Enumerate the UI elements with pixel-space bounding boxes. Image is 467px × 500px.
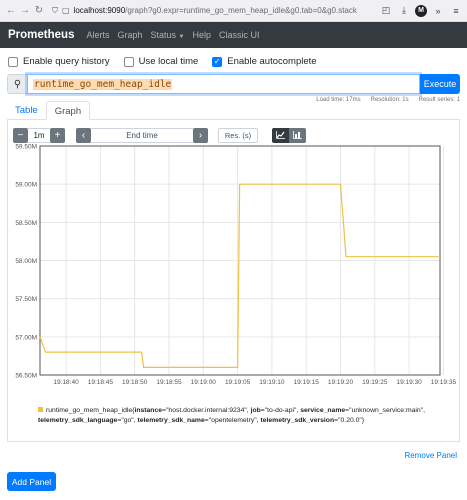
caret-down-icon: ▼ (178, 34, 185, 40)
range-input[interactable]: 1m (28, 127, 50, 143)
app-navbar: Prometheus Alerts Graph Status ▼ Help Cl… (0, 22, 467, 48)
graph-chart[interactable]: 56.50M 57.00M 57.50M 58.00M 58.50M 59.00M 59.5… (8, 144, 459, 387)
options-row: Enable query history Use local time ✓ En… (0, 48, 467, 67)
brand-logo[interactable]: Prometheus (8, 29, 74, 41)
legend-label-key: telemetry_sdk_version (260, 417, 335, 424)
reload-icon[interactable]: ↻ (32, 5, 46, 16)
y-tick-label: 57.50M (15, 296, 37, 303)
page-info-icon[interactable]: ▢ (62, 6, 70, 15)
nav-help[interactable]: Help (192, 30, 211, 40)
x-tick-label: 19:19:10 (259, 379, 285, 384)
x-tick-label: 19:18:45 (88, 379, 114, 384)
x-tick-label: 19:19:35 (431, 379, 457, 384)
x-tick-label: 19:19:00 (191, 379, 217, 384)
chart-svg: 56.50M 57.00M 57.50M 58.00M 58.50M 59.00M 59.5… (15, 144, 457, 387)
nav-classic-ui[interactable]: Classic UI (219, 30, 260, 40)
local-time-label: Use local time (138, 56, 199, 67)
expression-input[interactable]: runtime_go_mem_heap_idle (27, 74, 420, 94)
forward-icon[interactable]: → (18, 5, 32, 16)
url-path: /graph?g0.expr=runtime_go_mem_heap_idle&… (125, 6, 357, 15)
legend-label-key: service_name (300, 407, 346, 414)
query-history-checkbox[interactable] (8, 56, 18, 67)
y-tick-label: 59.00M (15, 182, 37, 189)
x-tick-label: 19:18:55 (156, 379, 182, 384)
legend-metric: runtime_go_mem_heap_idle (46, 407, 133, 414)
query-history-option[interactable]: Enable query history (8, 56, 110, 67)
nav-status-label: Status (150, 30, 177, 40)
search-icon: ⚲ (7, 74, 27, 94)
legend-label-value: "opentelemetry" (208, 417, 257, 424)
range-increase-button[interactable]: + (50, 127, 65, 143)
local-time-option[interactable]: Use local time (123, 56, 199, 67)
stacked-chart-icon (293, 131, 302, 139)
autocomplete-checkbox[interactable]: ✓ (212, 56, 223, 67)
x-tick-label: 19:18:40 (53, 379, 79, 384)
expression-row: ⚲ runtime_go_mem_heap_idle Execute (7, 74, 460, 94)
line-chart-button[interactable] (272, 127, 289, 143)
legend-label-value: "host.docker.internal:9234" (166, 407, 247, 414)
end-time-back-button[interactable]: ‹ (76, 127, 91, 143)
legend-label-key: telemetry_sdk_language (38, 417, 118, 424)
account-avatar[interactable]: M (415, 4, 427, 17)
y-tick-label: 58.00M (15, 258, 37, 265)
legend-label-value: "to-do-api" (264, 407, 297, 414)
graph-controls: − 1m + ‹ End time › Res. (s) (8, 120, 459, 144)
url-host: localhost:9090 (73, 6, 126, 15)
end-time-input[interactable]: End time (91, 127, 193, 143)
x-tick-label: 19:19:25 (362, 379, 388, 384)
load-time: Load time: 17ms (316, 97, 361, 103)
resolution-input[interactable]: Res. (s) (218, 127, 258, 143)
tab-table[interactable]: Table (7, 101, 46, 119)
x-tick-label: 19:19:15 (294, 379, 320, 384)
pocket-icon[interactable]: ◰ (379, 4, 393, 18)
y-tick-label: 59.50M (15, 144, 37, 151)
graph-panel: − 1m + ‹ End time › Res. (s) 56.50M 57.00… (7, 120, 460, 442)
expression-value: runtime_go_mem_heap_idle (33, 78, 173, 90)
extensions-icon[interactable]: » (431, 4, 445, 18)
legend-label-value: "go" (121, 417, 134, 424)
legend-label-key: instance (134, 407, 163, 414)
y-tick-label: 56.50M (15, 373, 37, 380)
legend-label-value: "unknown_service:main" (349, 407, 424, 414)
y-tick-label: 58.50M (15, 220, 37, 227)
shield-icon: ⛉ (52, 5, 58, 15)
remove-panel-link[interactable]: Remove Panel (405, 451, 457, 460)
series-swatch[interactable] (38, 407, 43, 412)
add-panel-button[interactable]: Add Panel (7, 472, 56, 491)
query-history-label: Enable query history (23, 56, 110, 67)
x-tick-label: 19:19:30 (396, 379, 422, 384)
result-series: Result series: 1 (418, 97, 460, 103)
graph-legend: runtime_go_mem_heap_idle{instance="host.… (38, 407, 426, 424)
resolution: Resolution: 1s (370, 97, 409, 103)
nav-alerts[interactable]: Alerts (86, 30, 109, 40)
legend-label-key: telemetry_sdk_name (137, 417, 205, 424)
x-tick-label: 19:19:20 (328, 379, 354, 384)
local-time-checkbox[interactable] (123, 56, 134, 67)
line-chart-icon (276, 131, 285, 139)
address-bar[interactable]: ⛉ ▢ localhost:9090/graph?g0.expr=runtime… (52, 3, 369, 18)
nav-graph[interactable]: Graph (117, 30, 142, 40)
nav-status[interactable]: Status ▼ (151, 30, 185, 40)
browser-toolbar: ← → ↻ ⛉ ▢ localhost:9090/graph?g0.expr=r… (0, 0, 467, 22)
panel-tabs: Table Graph (7, 101, 460, 120)
legend-label-key: job (250, 407, 261, 414)
end-time-forward-button[interactable]: › (193, 127, 208, 143)
tab-graph[interactable]: Graph (45, 101, 91, 120)
stacked-chart-button[interactable] (289, 127, 306, 143)
x-tick-label: 19:19:05 (225, 379, 251, 384)
range-decrease-button[interactable]: − (13, 127, 28, 143)
downloads-icon[interactable]: ⤓ (397, 4, 411, 18)
legend-label-value: "0.20.0" (338, 417, 362, 424)
x-tick-label: 19:18:50 (122, 379, 148, 384)
y-tick-label: 57.00M (15, 334, 37, 341)
chart-type-toggle (272, 127, 306, 143)
autocomplete-option[interactable]: ✓ Enable autocomplete (212, 56, 317, 67)
back-icon[interactable]: ← (4, 5, 18, 16)
menu-icon[interactable]: ≡ (449, 4, 463, 18)
execute-button[interactable]: Execute (420, 74, 460, 94)
autocomplete-label: Enable autocomplete (227, 56, 317, 67)
